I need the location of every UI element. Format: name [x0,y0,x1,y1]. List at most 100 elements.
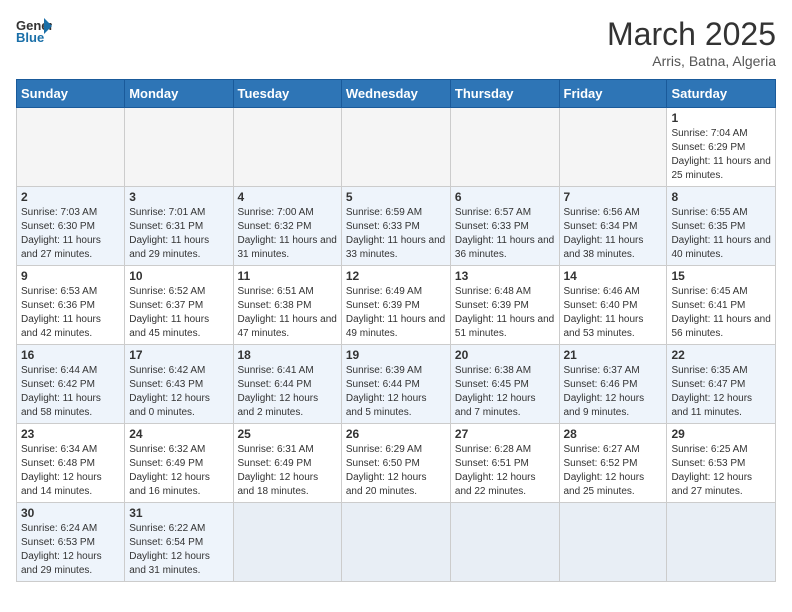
weekday-header-saturday: Saturday [667,80,776,108]
calendar-cell [341,108,450,187]
week-row-1: 1 Sunrise: 7:04 AM Sunset: 6:29 PM Daylig… [17,108,776,187]
calendar-cell: 26Sunrise: 6:29 AM Sunset: 6:50 PM Dayli… [341,424,450,503]
day-number: 21 [564,348,663,362]
day-number: 9 [21,269,120,283]
day-info: Sunrise: 6:24 AM Sunset: 6:53 PM Dayligh… [21,522,120,578]
calendar-cell: 16Sunrise: 6:44 AM Sunset: 6:42 PM Dayli… [17,345,125,424]
calendar-cell [559,503,667,582]
logo: General Blue [16,16,52,44]
day-number: 30 [21,506,120,520]
day-number: 28 [564,427,663,441]
calendar-cell: 12 Sunrise: 6:49 AM Sunset: 6:39 PM Dayli… [341,266,450,345]
day-info: Sunrise: 6:42 AM Sunset: 6:43 PM Dayligh… [129,364,228,420]
day-number: 1 [671,111,771,125]
calendar-cell: 31 Sunrise: 6:22 AM Sunset: 6:54 PM Dayli… [125,503,233,582]
calendar-cell: 29 Sunrise: 6:25 AM Sunset: 6:53 PM Dayli… [667,424,776,503]
calendar-cell [667,503,776,582]
day-number: 27 [455,427,555,441]
day-number: 17 [129,348,228,362]
day-info: Sunrise: 6:38 AM Sunset: 6:45 PM Dayligh… [455,364,555,420]
calendar-table: SundayMondayTuesdayWednesdayThursdayFrid… [16,79,776,582]
day-info: Sunrise: 6:31 AM Sunset: 6:49 PM Dayligh… [238,443,337,499]
day-info: Sunrise: 6:41 AM Sunset: 6:44 PM Dayligh… [238,364,337,420]
calendar-cell: 1 Sunrise: 7:04 AM Sunset: 6:29 PM Daylig… [667,108,776,187]
day-number: 2 [21,190,120,204]
day-info: Sunrise: 6:49 AM Sunset: 6:39 PM Dayligh… [346,285,446,341]
calendar-cell: 30 Sunrise: 6:24 AM Sunset: 6:53 PM Dayli… [17,503,125,582]
weekday-header-friday: Friday [559,80,667,108]
svg-text:Blue: Blue [16,30,44,44]
week-row-2: 2Sunrise: 7:03 AM Sunset: 6:30 PM Daylig… [17,187,776,266]
day-info: Sunrise: 6:25 AM Sunset: 6:53 PM Dayligh… [671,443,771,499]
calendar-cell: 5Sunrise: 6:59 AM Sunset: 6:33 PM Daylig… [341,187,450,266]
week-row-5: 23 Sunrise: 6:34 AM Sunset: 6:48 PM Dayli… [17,424,776,503]
day-info: Sunrise: 6:28 AM Sunset: 6:51 PM Dayligh… [455,443,555,499]
day-number: 19 [346,348,446,362]
day-number: 11 [238,269,337,283]
day-info: Sunrise: 6:59 AM Sunset: 6:33 PM Dayligh… [346,206,446,262]
calendar-cell: 25 Sunrise: 6:31 AM Sunset: 6:49 PM Dayli… [233,424,341,503]
calendar-cell: 10Sunrise: 6:52 AM Sunset: 6:37 PM Dayli… [125,266,233,345]
calendar-cell: 11Sunrise: 6:51 AM Sunset: 6:38 PM Dayli… [233,266,341,345]
location-subtitle: Arris, Batna, Algeria [607,53,776,69]
calendar-cell [341,503,450,582]
week-row-3: 9Sunrise: 6:53 AM Sunset: 6:36 PM Daylig… [17,266,776,345]
day-info: Sunrise: 6:57 AM Sunset: 6:33 PM Dayligh… [455,206,555,262]
week-row-4: 16Sunrise: 6:44 AM Sunset: 6:42 PM Dayli… [17,345,776,424]
calendar-cell [559,108,667,187]
calendar-cell: 27 Sunrise: 6:28 AM Sunset: 6:51 PM Dayli… [450,424,559,503]
calendar-cell: 7 Sunrise: 6:56 AM Sunset: 6:34 PM Daylig… [559,187,667,266]
calendar-cell: 15Sunrise: 6:45 AM Sunset: 6:41 PM Dayli… [667,266,776,345]
calendar-cell: 28 Sunrise: 6:27 AM Sunset: 6:52 PM Dayli… [559,424,667,503]
weekday-header-sunday: Sunday [17,80,125,108]
day-number: 23 [21,427,120,441]
day-info: Sunrise: 6:39 AM Sunset: 6:44 PM Dayligh… [346,364,446,420]
day-number: 29 [671,427,771,441]
calendar-cell: 18Sunrise: 6:41 AM Sunset: 6:44 PM Dayli… [233,345,341,424]
day-number: 15 [671,269,771,283]
day-info: Sunrise: 6:52 AM Sunset: 6:37 PM Dayligh… [129,285,228,341]
month-year-title: March 2025 [607,16,776,53]
week-row-6: 30 Sunrise: 6:24 AM Sunset: 6:53 PM Dayli… [17,503,776,582]
day-number: 25 [238,427,337,441]
day-number: 14 [564,269,663,283]
day-info: Sunrise: 6:56 AM Sunset: 6:34 PM Dayligh… [564,206,663,262]
day-number: 24 [129,427,228,441]
calendar-cell: 9Sunrise: 6:53 AM Sunset: 6:36 PM Daylig… [17,266,125,345]
calendar-cell: 4 Sunrise: 7:00 AM Sunset: 6:32 PM Daylig… [233,187,341,266]
day-number: 20 [455,348,555,362]
day-info: Sunrise: 6:48 AM Sunset: 6:39 PM Dayligh… [455,285,555,341]
day-number: 22 [671,348,771,362]
calendar-cell: 17 Sunrise: 6:42 AM Sunset: 6:43 PM Dayli… [125,345,233,424]
header: General Blue March 2025 Arris, Batna, Al… [16,16,776,69]
day-info: Sunrise: 6:27 AM Sunset: 6:52 PM Dayligh… [564,443,663,499]
day-info: Sunrise: 6:37 AM Sunset: 6:46 PM Dayligh… [564,364,663,420]
day-info: Sunrise: 6:29 AM Sunset: 6:50 PM Dayligh… [346,443,446,499]
calendar-cell: 2Sunrise: 7:03 AM Sunset: 6:30 PM Daylig… [17,187,125,266]
calendar-cell [125,108,233,187]
calendar-cell: 14 Sunrise: 6:46 AM Sunset: 6:40 PM Dayli… [559,266,667,345]
day-number: 8 [671,190,771,204]
weekday-header-wednesday: Wednesday [341,80,450,108]
day-info: Sunrise: 6:34 AM Sunset: 6:48 PM Dayligh… [21,443,120,499]
calendar-cell: 20 Sunrise: 6:38 AM Sunset: 6:45 PM Dayli… [450,345,559,424]
day-info: Sunrise: 7:01 AM Sunset: 6:31 PM Dayligh… [129,206,228,262]
day-info: Sunrise: 6:35 AM Sunset: 6:47 PM Dayligh… [671,364,771,420]
day-info: Sunrise: 7:04 AM Sunset: 6:29 PM Dayligh… [671,127,771,183]
day-info: Sunrise: 6:22 AM Sunset: 6:54 PM Dayligh… [129,522,228,578]
day-info: Sunrise: 7:00 AM Sunset: 6:32 PM Dayligh… [238,206,337,262]
day-info: Sunrise: 6:46 AM Sunset: 6:40 PM Dayligh… [564,285,663,341]
calendar-cell: 3Sunrise: 7:01 AM Sunset: 6:31 PM Daylig… [125,187,233,266]
calendar-cell [450,108,559,187]
weekday-header-row: SundayMondayTuesdayWednesdayThursdayFrid… [17,80,776,108]
day-number: 31 [129,506,228,520]
calendar-cell: 22 Sunrise: 6:35 AM Sunset: 6:47 PM Dayli… [667,345,776,424]
calendar-cell: 13 Sunrise: 6:48 AM Sunset: 6:39 PM Dayli… [450,266,559,345]
calendar-cell: 19 Sunrise: 6:39 AM Sunset: 6:44 PM Dayli… [341,345,450,424]
day-number: 7 [564,190,663,204]
day-number: 13 [455,269,555,283]
calendar-cell: 23 Sunrise: 6:34 AM Sunset: 6:48 PM Dayli… [17,424,125,503]
day-number: 12 [346,269,446,283]
day-number: 4 [238,190,337,204]
calendar-cell: 21 Sunrise: 6:37 AM Sunset: 6:46 PM Dayli… [559,345,667,424]
